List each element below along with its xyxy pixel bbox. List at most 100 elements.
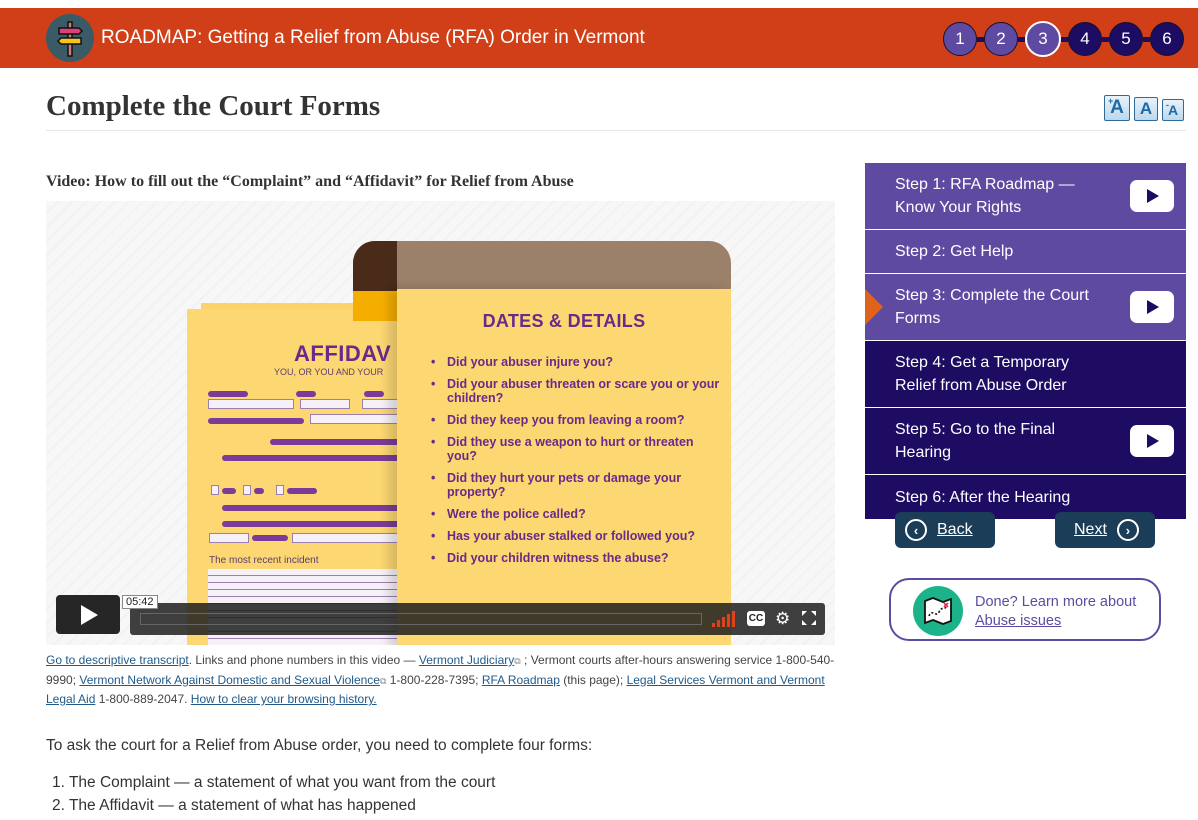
dates-details-folder: DATES & DETAILS Did your abuser injure y… (397, 289, 731, 645)
chevron-right-icon: › (1116, 519, 1139, 541)
form-checkbox (276, 485, 284, 495)
form-line (364, 391, 384, 397)
form-checkbox (243, 485, 251, 495)
details-item: Did your abuser threaten or scare you or… (431, 377, 721, 405)
sidebar-item-label: Step 2: Get Help (895, 243, 1014, 260)
chevron-left-icon: ‹ (905, 519, 927, 541)
details-list: Did your abuser injure you? Did your abu… (431, 355, 721, 573)
steps-sidebar: Step 1: RFA Roadmap — Know Your Rights S… (865, 163, 1186, 519)
details-item: Did they hurt your pets or damage your p… (431, 471, 721, 499)
sidebar-item-step-3[interactable]: Step 3: Complete the Court Forms (865, 274, 1186, 341)
form-checkbox (211, 485, 219, 495)
form-line (252, 535, 288, 541)
learn-more-box[interactable]: Done? Learn more about Abuse issues (889, 578, 1161, 641)
form-box (292, 533, 412, 543)
site-title[interactable]: ROADMAP: Getting a Relief from Abuse (RF… (101, 27, 645, 49)
form-box (310, 414, 400, 424)
form-line (270, 439, 410, 445)
progress-track[interactable] (140, 613, 702, 625)
details-title: DATES & DETAILS (482, 311, 646, 331)
intro-text: To ask the court for a Relief from Abuse… (46, 737, 593, 754)
sidebar-item-step-5[interactable]: Step 5: Go to the Final Hearing (865, 408, 1186, 475)
affidavit-subtitle: YOU, OR YOU AND YOUR (274, 367, 384, 377)
step-dot-5[interactable]: 5 (1109, 22, 1143, 56)
reset-font-button[interactable]: A (1134, 97, 1158, 121)
form-line (208, 391, 248, 397)
forms-list-item: 1. The Complaint — a statement of what y… (52, 774, 496, 791)
sidebar-item-label: Step 3: Complete the Court Forms (895, 287, 1089, 327)
vermont-judiciary-link[interactable]: Vermont Judiciary (419, 653, 514, 667)
form-line (287, 488, 317, 494)
header-bar: ROADMAP: Getting a Relief from Abuse (RF… (0, 8, 1198, 68)
forms-list: 1. The Complaint — a statement of what y… (52, 771, 495, 817)
video-play-icon[interactable] (1130, 291, 1174, 323)
step-connector (1102, 36, 1109, 42)
details-item: Were the police called? (431, 507, 721, 521)
step-dot-4[interactable]: 4 (1068, 22, 1102, 56)
step-dot-2[interactable]: 2 (984, 22, 1018, 56)
sidebar-item-step-1[interactable]: Step 1: RFA Roadmap — Know Your Rights (865, 163, 1186, 230)
form-line (296, 391, 316, 397)
play-button[interactable] (56, 595, 120, 634)
step-dot-6[interactable]: 6 (1150, 22, 1184, 56)
next-button[interactable]: Next › (1055, 512, 1155, 548)
transcript-link[interactable]: Go to descriptive transcript (46, 653, 189, 667)
details-item: Did they use a weapon to hurt or threate… (431, 435, 721, 463)
learn-more-text: Done? Learn more about Abuse issues (975, 594, 1137, 629)
increase-font-button[interactable]: + A (1104, 95, 1130, 121)
video-play-icon[interactable] (1130, 180, 1174, 212)
video-controls: CC ⚙ (130, 603, 825, 635)
step-connector (977, 36, 984, 42)
form-box (209, 533, 249, 543)
details-item: Did your children witness the abuse? (431, 551, 721, 565)
progress-stepper: 1 2 3 4 5 6 (943, 21, 1184, 57)
step-connector (1061, 36, 1068, 42)
sidebar-item-step-2[interactable]: Step 2: Get Help (865, 230, 1186, 274)
affidavit-title: AFFIDAV (294, 341, 392, 366)
settings-icon[interactable]: ⚙ (775, 609, 790, 629)
decrease-font-button[interactable]: - A (1162, 99, 1184, 121)
form-box (208, 399, 294, 409)
details-item: Did your abuser injure you? (431, 355, 721, 369)
form-line (222, 521, 412, 527)
sidebar-item-label: Step 6: After the Hearing (895, 488, 1071, 506)
folder-inner-edge (353, 291, 397, 321)
video-player[interactable]: AFFIDAV YOU, OR YOU AND YOUR The most re… (46, 201, 835, 645)
details-item: Has your abuser stalked or followed you? (431, 529, 721, 543)
step-dot-1[interactable]: 1 (943, 22, 977, 56)
title-divider (46, 130, 1186, 131)
sidebar-item-label: Step 5: Go to the Final Hearing (895, 421, 1056, 461)
page-title: Complete the Court Forms (46, 90, 381, 122)
video-heading: Video: How to fill out the “Complaint” a… (46, 173, 574, 190)
form-line (208, 418, 304, 424)
current-step-marker-icon (865, 289, 883, 325)
abuse-issues-link[interactable]: Abuse issues (975, 613, 1061, 629)
video-caption: Go to descriptive transcript. Links and … (46, 653, 835, 706)
form-box (300, 399, 350, 409)
font-size-controls: + A A - A (1104, 95, 1184, 121)
duration-label: 05:42 (122, 595, 158, 609)
form-line (222, 505, 412, 511)
form-line (222, 488, 236, 494)
forms-list-item: 2. The Affidavit — a statement of what h… (52, 797, 416, 814)
back-button[interactable]: ‹ Back (895, 512, 995, 548)
browsing-history-link[interactable]: How to clear your browsing history. (191, 692, 377, 706)
recent-incident-label: The most recent incident (209, 555, 319, 566)
details-item: Did they keep you from leaving a room? (431, 413, 721, 427)
form-line (254, 488, 264, 494)
rfa-roadmap-link[interactable]: RFA Roadmap (482, 673, 560, 687)
vermont-network-link[interactable]: Vermont Network Against Domestic and Sex… (79, 673, 380, 687)
signpost-icon[interactable] (46, 14, 94, 62)
sidebar-item-label: Step 4: Get a Temporary Relief from Abus… (895, 354, 1070, 394)
video-play-icon[interactable] (1130, 425, 1174, 457)
volume-icon[interactable] (712, 611, 738, 627)
step-dot-3[interactable]: 3 (1025, 21, 1061, 57)
step-connector (1018, 36, 1025, 42)
sidebar-item-label: Step 1: RFA Roadmap — Know Your Rights (895, 176, 1075, 216)
map-icon (913, 586, 963, 636)
form-line (222, 455, 412, 461)
fullscreen-icon[interactable] (801, 610, 817, 626)
sidebar-item-step-4[interactable]: Step 4: Get a Temporary Relief from Abus… (865, 341, 1186, 408)
form-box (362, 399, 402, 409)
cc-icon[interactable]: CC (747, 611, 765, 626)
